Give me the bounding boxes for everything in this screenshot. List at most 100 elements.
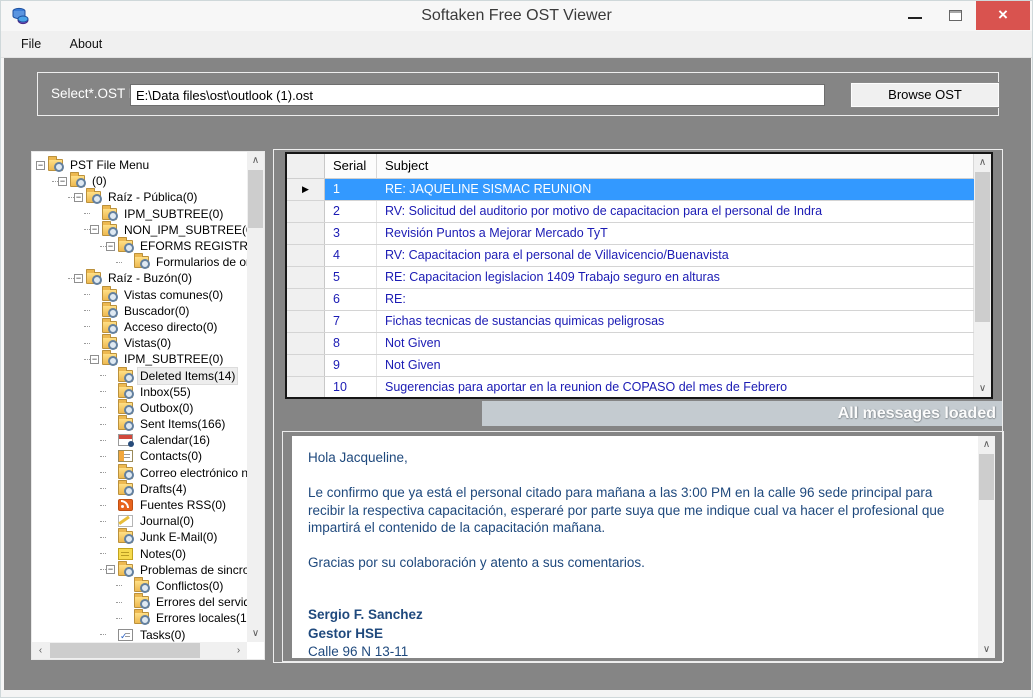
tree-vertical-scrollbar[interactable]: ∧ ∨ <box>247 152 264 642</box>
scroll-right-icon[interactable]: › <box>230 642 247 659</box>
tree-collapse-icon[interactable]: − <box>74 193 83 202</box>
minimize-icon <box>908 17 922 19</box>
minimize-button[interactable] <box>894 1 936 30</box>
tree-connector-line <box>84 326 90 327</box>
tree-item[interactable]: Tasks(0) <box>32 626 247 642</box>
tree-item-label: Junk E-Mail(0) <box>138 529 219 545</box>
tree-collapse-icon[interactable]: − <box>90 355 99 364</box>
tree-item-label: Raíz - Pública(0) <box>106 189 199 205</box>
tree-item[interactable]: Contacts(0) <box>32 448 247 464</box>
message-row[interactable]: 4RV: Capacitacion para el personal de Vi… <box>287 245 974 267</box>
tree-item[interactable]: Journal(0) <box>32 513 247 529</box>
message-row[interactable]: 3Revisión Puntos a Mejorar Mercado TyT <box>287 223 974 245</box>
grid-vertical-scrollbar[interactable]: ∧ ∨ <box>974 154 991 397</box>
menu-item-about[interactable]: About <box>58 31 115 58</box>
tree-item[interactable]: Drafts(4) <box>32 481 247 497</box>
scroll-down-icon[interactable]: ∨ <box>247 625 264 642</box>
tree-horizontal-scrollbar[interactable]: ‹ › <box>32 642 247 659</box>
tree-item-label: Calendar(16) <box>138 432 212 448</box>
tree-item[interactable]: Outbox(0) <box>32 400 247 416</box>
tree-item[interactable]: Errores del servidor(0) <box>32 594 247 610</box>
tree-item-label: Problemas de sincronizació <box>138 562 247 578</box>
tree-item[interactable]: −NON_IPM_SUBTREE(0) <box>32 222 247 238</box>
serial-cell: 3 <box>325 223 377 244</box>
scroll-down-icon[interactable]: ∨ <box>978 641 995 658</box>
message-row[interactable]: ▶1RE: JAQUELINE SISMAC REUNION <box>287 179 974 201</box>
tree-collapse-icon[interactable]: − <box>106 565 115 574</box>
scroll-down-icon[interactable]: ∨ <box>974 380 991 397</box>
tree-item[interactable]: Sent Items(166) <box>32 416 247 432</box>
tree-connector-line <box>116 618 122 619</box>
scroll-up-icon[interactable]: ∧ <box>978 436 995 453</box>
tree-item[interactable]: Calendar(16) <box>32 432 247 448</box>
scroll-up-icon[interactable]: ∧ <box>247 152 264 169</box>
tree-connector-line <box>100 456 106 457</box>
tree-item[interactable]: Conflictos(0) <box>32 578 247 594</box>
tree-item[interactable]: Buscador(0) <box>32 303 247 319</box>
grid-header-subject[interactable]: Subject <box>377 154 974 178</box>
grid-header-serial[interactable]: Serial <box>325 154 377 178</box>
message-row[interactable]: 8Not Given <box>287 333 974 355</box>
tree-item[interactable]: −Raíz - Buzón(0) <box>32 270 247 286</box>
tree-item[interactable]: − Problemas de sincronizació <box>32 562 247 578</box>
maximize-icon <box>949 10 962 21</box>
message-row[interactable]: 6RE: <box>287 289 974 311</box>
tree-item[interactable]: − Raíz - Pública(0) <box>32 189 247 205</box>
tree-vscroll-thumb[interactable] <box>248 170 263 228</box>
tree-item[interactable]: −PST File Menu <box>32 157 247 173</box>
message-row[interactable]: 2RV: Solicitud del auditorio por motivo … <box>287 201 974 223</box>
tree-item[interactable]: Junk E-Mail(0) <box>32 529 247 545</box>
menu-item-file[interactable]: File <box>9 31 53 58</box>
message-row[interactable]: 5RE: Capacitacion legislacion 1409 Traba… <box>287 267 974 289</box>
tree-collapse-icon[interactable]: − <box>36 161 45 170</box>
message-vertical-scrollbar[interactable]: ∧ ∨ <box>978 436 995 658</box>
message-row[interactable]: 7Fichas tecnicas de sustancias quimicas … <box>287 311 974 333</box>
serial-cell: 5 <box>325 267 377 288</box>
tree-item[interactable]: −EFORMS REGISTRY(0) <box>32 238 247 254</box>
tree-item[interactable]: Correo electrónico no dese <box>32 465 247 481</box>
tree-item[interactable]: Deleted Items(14) <box>32 367 247 383</box>
tree-item-label: Buscador(0) <box>122 303 191 319</box>
tree-collapse-icon[interactable]: − <box>106 242 115 251</box>
message-preview-panel: Hola Jacqueline,Le confirmo que ya está … <box>292 436 995 658</box>
row-header-cell <box>287 377 325 397</box>
tree-item[interactable]: Vistas comunes(0) <box>32 287 247 303</box>
maximize-button[interactable] <box>936 1 976 30</box>
signature-line: Calle 96 N 13-11 <box>308 643 954 658</box>
grid-header-row: Serial Subject <box>287 154 974 179</box>
close-button[interactable]: × <box>976 1 1030 30</box>
tree-item-label: IPM_SUBTREE(0) <box>122 206 225 222</box>
message-row[interactable]: 9Not Given <box>287 355 974 377</box>
load-progress-bar: All messages loaded <box>482 401 1002 426</box>
tree-item[interactable]: Acceso directo(0) <box>32 319 247 335</box>
tree-collapse-icon[interactable]: − <box>58 177 67 186</box>
tree-item[interactable]: Inbox(55) <box>32 384 247 400</box>
folder-search-icon <box>118 370 133 382</box>
message-grid-body: ▶1RE: JAQUELINE SISMAC REUNION2RV: Solic… <box>287 179 974 397</box>
subject-cell: Fichas tecnicas de sustancias quimicas p… <box>377 311 974 332</box>
tree-item[interactable]: −IPM_SUBTREE(0) <box>32 351 247 367</box>
tree-collapse-icon[interactable]: − <box>74 274 83 283</box>
tree-item[interactable]: Formularios de organiza <box>32 254 247 270</box>
grid-vscroll-thumb[interactable] <box>975 172 990 322</box>
tree-item[interactable]: Errores locales(1) <box>32 610 247 626</box>
ost-path-input[interactable] <box>130 84 825 106</box>
tree-connector-line <box>100 553 106 554</box>
tree-connector-line <box>116 602 122 603</box>
scroll-left-icon[interactable]: ‹ <box>32 642 49 659</box>
tree-item[interactable]: Notes(0) <box>32 546 247 562</box>
tree-item[interactable]: Vistas(0) <box>32 335 247 351</box>
tree-item[interactable]: Fuentes RSS(0) <box>32 497 247 513</box>
scroll-up-icon[interactable]: ∧ <box>974 154 991 171</box>
tree-hscroll-thumb[interactable] <box>50 643 200 658</box>
message-vscroll-thumb[interactable] <box>979 454 994 500</box>
tree-collapse-icon[interactable]: − <box>90 225 99 234</box>
serial-cell: 2 <box>325 201 377 222</box>
browse-ost-button[interactable]: Browse OST <box>850 82 1000 108</box>
tree-item[interactable]: IPM_SUBTREE(0) <box>32 206 247 222</box>
calendar-icon <box>118 434 133 446</box>
message-row[interactable]: 10Sugerencias para aportar en la reunion… <box>287 377 974 397</box>
tree-item-label: Errores del servidor(0) <box>154 594 247 610</box>
tree-item[interactable]: −(0) <box>32 173 247 189</box>
folder-search-icon <box>102 353 117 365</box>
